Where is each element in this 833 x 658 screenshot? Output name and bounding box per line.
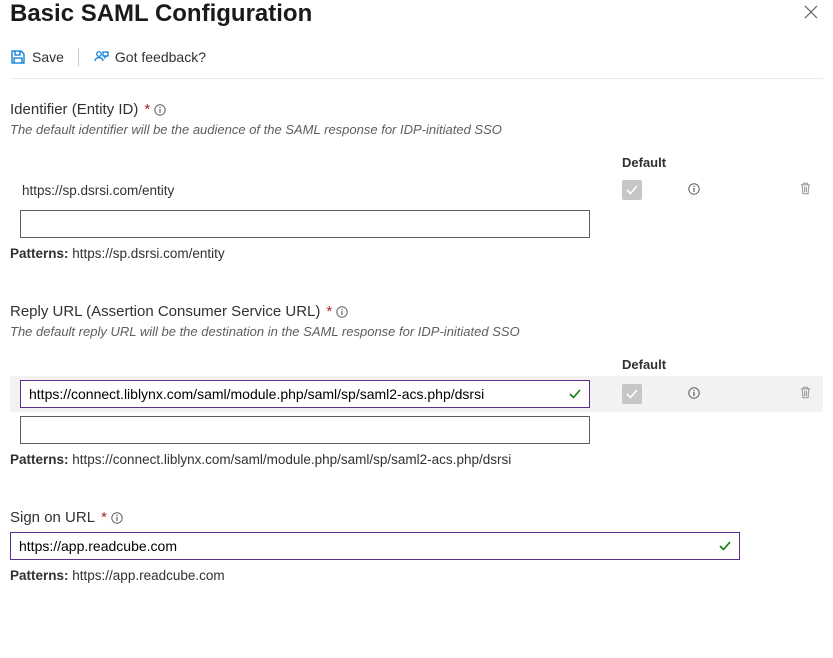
info-icon[interactable] bbox=[111, 512, 123, 524]
feedback-button[interactable]: Got feedback? bbox=[93, 49, 206, 65]
reply-url-label: Reply URL (Assertion Consumer Service UR… bbox=[10, 303, 823, 320]
checkmark-icon bbox=[568, 387, 582, 401]
reply-patterns: Patterns: https://connect.liblynx.com/sa… bbox=[10, 452, 823, 467]
save-icon bbox=[10, 49, 26, 65]
reply-row bbox=[10, 376, 823, 412]
page-title: Basic SAML Configuration bbox=[10, 0, 312, 28]
required-indicator: * bbox=[144, 101, 150, 118]
identifier-label: Identifier (Entity ID) * bbox=[10, 101, 823, 118]
identifier-desc: The default identifier will be the audie… bbox=[10, 122, 823, 137]
required-indicator: * bbox=[326, 303, 332, 320]
toolbar: Save Got feedback? bbox=[10, 28, 823, 79]
identifier-add-input[interactable] bbox=[20, 210, 590, 238]
identifier-value: https://sp.dsrsi.com/entity bbox=[10, 183, 174, 198]
default-checkbox[interactable] bbox=[622, 384, 642, 404]
close-icon[interactable] bbox=[799, 0, 823, 24]
checkmark-icon bbox=[718, 539, 732, 553]
section-identifier: Identifier (Entity ID) * The default ide… bbox=[10, 101, 823, 261]
delete-icon[interactable] bbox=[798, 181, 813, 196]
info-icon[interactable] bbox=[336, 306, 348, 318]
info-icon[interactable] bbox=[688, 183, 700, 195]
info-icon[interactable] bbox=[688, 387, 700, 399]
signon-url-input[interactable] bbox=[10, 532, 740, 560]
reply-url-desc: The default reply URL will be the destin… bbox=[10, 324, 823, 339]
save-button[interactable]: Save bbox=[10, 49, 64, 65]
reply-url-input[interactable] bbox=[20, 380, 590, 408]
feedback-label: Got feedback? bbox=[115, 49, 206, 65]
signon-url-label: Sign on URL * bbox=[10, 509, 823, 526]
section-signon-url: Sign on URL * Patterns: https://app.read… bbox=[10, 509, 823, 583]
identifier-table-header: Default bbox=[10, 155, 823, 174]
default-checkbox[interactable] bbox=[622, 180, 642, 200]
reply-url-add-input[interactable] bbox=[20, 416, 590, 444]
delete-icon[interactable] bbox=[798, 385, 813, 400]
reply-table-header: Default bbox=[10, 357, 823, 376]
signon-patterns: Patterns: https://app.readcube.com bbox=[10, 568, 823, 583]
toolbar-separator bbox=[78, 48, 79, 66]
identifier-row: https://sp.dsrsi.com/entity bbox=[10, 174, 823, 206]
info-icon[interactable] bbox=[154, 104, 166, 116]
feedback-icon bbox=[93, 49, 109, 65]
section-reply-url: Reply URL (Assertion Consumer Service UR… bbox=[10, 303, 823, 467]
required-indicator: * bbox=[101, 509, 107, 526]
save-label: Save bbox=[32, 49, 64, 65]
identifier-patterns: Patterns: https://sp.dsrsi.com/entity bbox=[10, 246, 823, 261]
